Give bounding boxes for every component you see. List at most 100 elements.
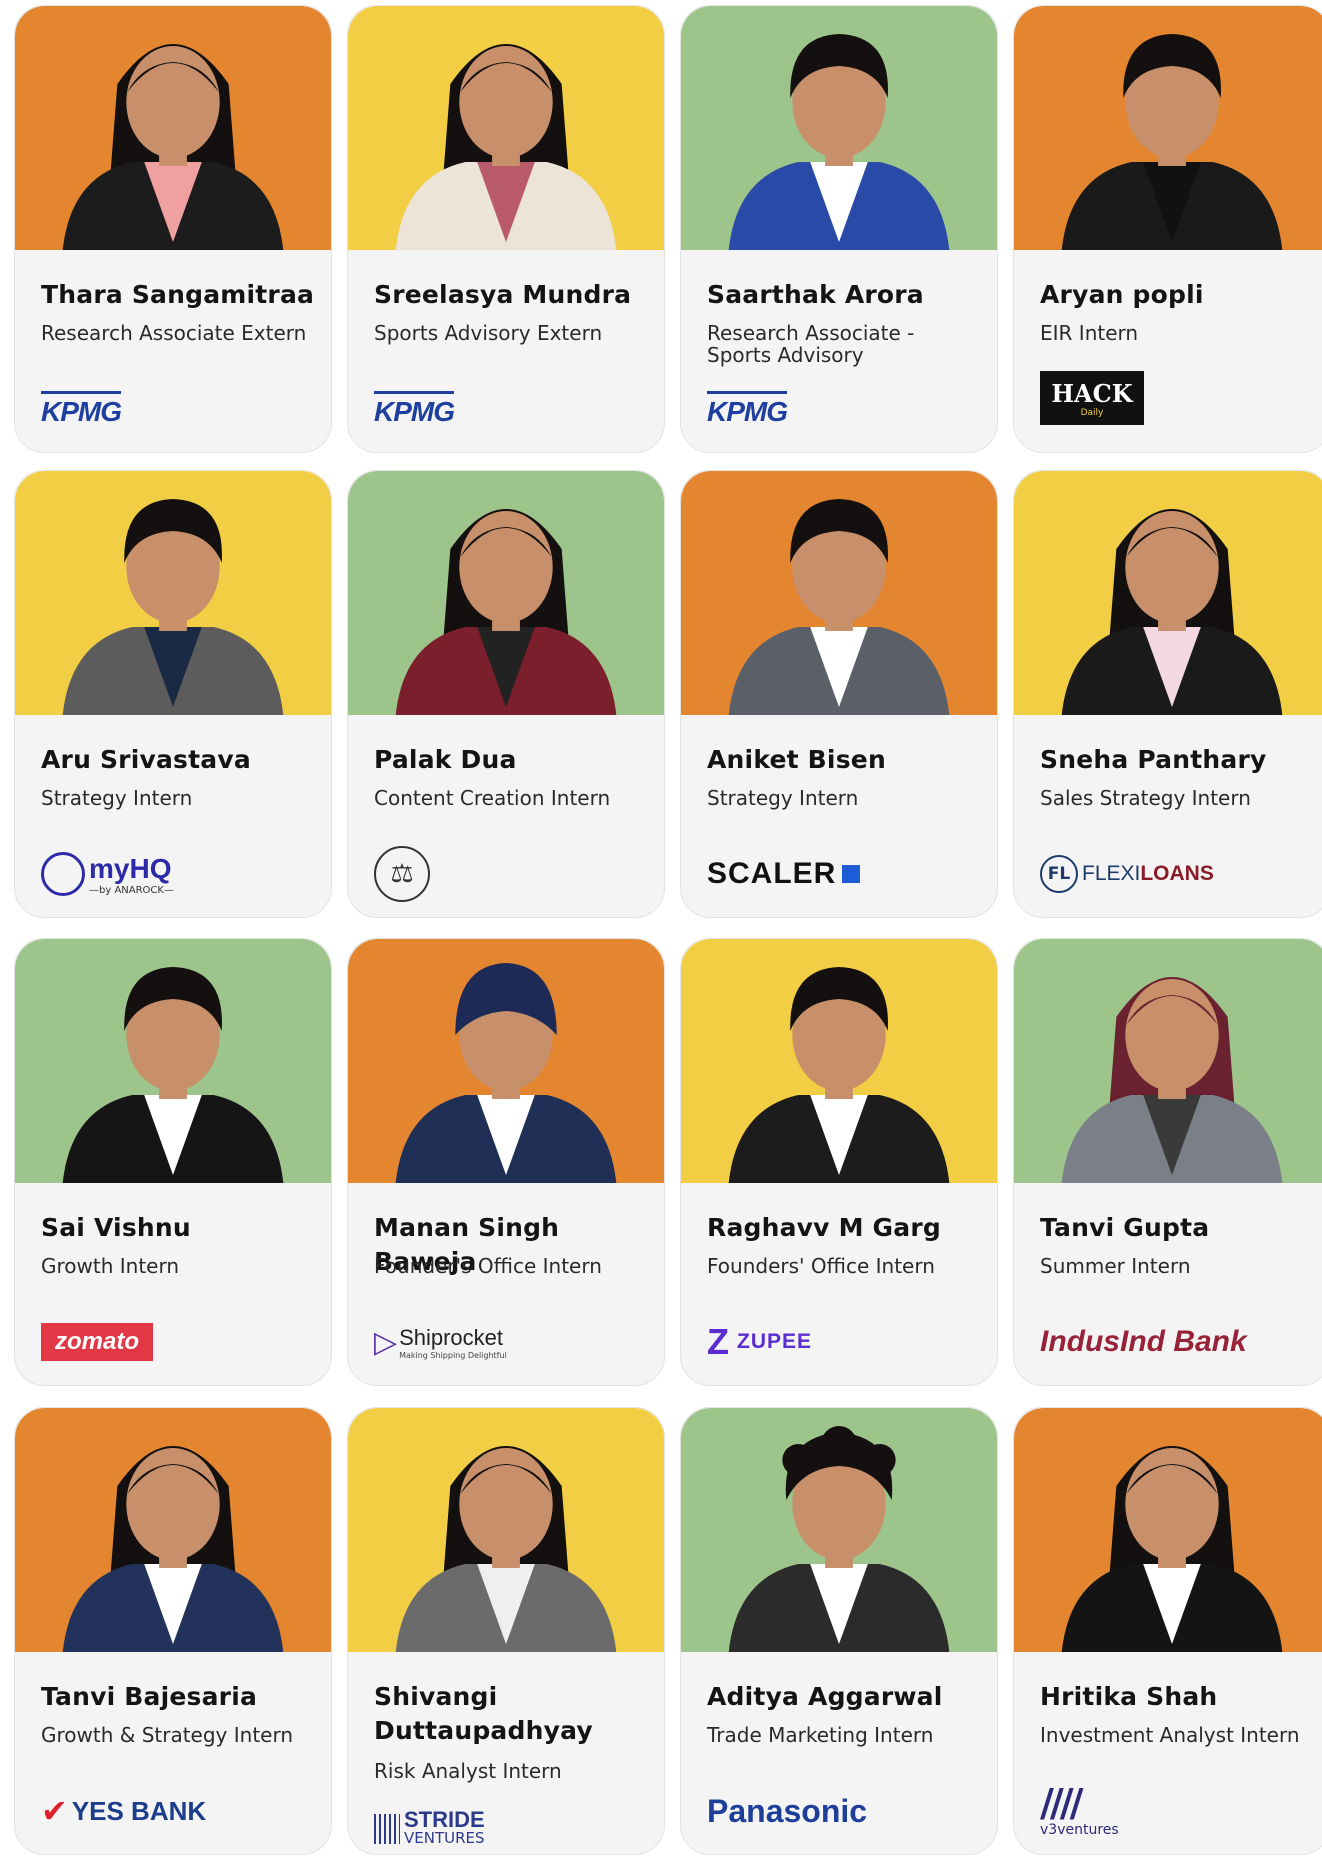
intern-name: Tanvi Bajesaria: [41, 1682, 258, 1711]
company-logo: HACK Daily: [1040, 371, 1144, 440]
intern-role: Growth Intern: [41, 1254, 180, 1278]
intern-role: Summer Intern: [1040, 1254, 1191, 1278]
v3-ventures-logo: //// v3ventures: [1040, 1781, 1119, 1838]
intern-name: Aryan popli: [1040, 280, 1204, 309]
flexiloans-logo: FL FLEXI LOANS: [1040, 855, 1214, 893]
scaler-logo: SCALER: [707, 857, 861, 891]
intern-role: Founder's Office Intern: [374, 1254, 602, 1278]
intern-card: Aniket Bisen Strategy Intern SCALER: [680, 470, 998, 918]
intern-card: Aditya Aggarwal Trade Marketing Intern P…: [680, 1407, 998, 1855]
company-logo: ✔ YES BANK: [41, 1780, 206, 1842]
intern-name: Hritika Shah: [1040, 1682, 1218, 1711]
intern-role: Strategy Intern: [41, 786, 193, 810]
intern-card: Tanvi Gupta Summer Intern IndusInd Bank: [1013, 938, 1322, 1386]
intern-name: Thara Sangamitraa: [41, 280, 315, 309]
profile-photo: [1014, 6, 1322, 250]
intern-role: Sports Advisory Extern: [374, 321, 603, 345]
flexiloans-icon: FL: [1040, 855, 1078, 893]
profile-photo: [15, 1408, 331, 1652]
zomato-logo: zomato: [41, 1323, 153, 1361]
intern-name: Sreelasya Mundra: [374, 280, 632, 309]
intern-name: Sai Vishnu: [41, 1213, 191, 1242]
intern-role: Growth & Strategy Intern: [41, 1723, 294, 1747]
intern-card: Manan Singh Baweja Founder's Office Inte…: [347, 938, 665, 1386]
zupee-logo: Z ZUPEE: [707, 1321, 813, 1362]
panasonic-logo: Panasonic: [707, 1792, 868, 1829]
yes-bank-logo: ✔ YES BANK: [41, 1792, 207, 1830]
intern-name: Aditya Aggarwal: [707, 1682, 943, 1711]
company-logo: //// v3ventures: [1040, 1780, 1119, 1842]
kpmg-logo: KPMG: [374, 390, 455, 428]
profile-photo: [15, 471, 331, 715]
intern-card: Shivangi Duttaupadhyay Risk Analyst Inte…: [347, 1407, 665, 1855]
intern-name: Saarthak Arora: [707, 280, 924, 309]
kpmg-logo: KPMG: [41, 390, 122, 428]
profile-photo: [15, 6, 331, 250]
profile-photo: [15, 939, 331, 1183]
intern-name: Tanvi Gupta: [1040, 1213, 1210, 1242]
company-logo: KPMG: [707, 378, 788, 440]
intern-role: Investment Analyst Intern: [1040, 1723, 1300, 1747]
profile-photo: [1014, 471, 1322, 715]
intern-name: Shivangi Duttaupadhyay: [374, 1682, 593, 1745]
company-logo: KPMG: [41, 378, 122, 440]
checkmark-icon: ✔: [41, 1792, 68, 1830]
intern-role: Risk Analyst Intern: [374, 1759, 562, 1783]
company-logo: zomato: [41, 1311, 153, 1373]
profile-photo: [681, 1408, 997, 1652]
profile-photo: [681, 471, 997, 715]
company-logo: myHQ —by ANAROCK—: [41, 843, 174, 905]
intern-role: Content Creation Intern: [374, 786, 611, 810]
company-logo: FL FLEXI LOANS: [1040, 843, 1214, 905]
company-logo: Panasonic: [707, 1780, 867, 1842]
scaler-icon: [842, 865, 861, 883]
intern-card: Sneha Panthary Sales Strategy Intern FL …: [1013, 470, 1322, 918]
intern-role: Trade Marketing Intern: [707, 1723, 934, 1747]
intern-card: Sreelasya Mundra Sports Advisory Extern …: [347, 5, 665, 453]
intern-card: Aru Srivastava Strategy Intern myHQ —by …: [14, 470, 332, 918]
intern-name: Aniket Bisen: [707, 745, 886, 774]
intern-card: Raghavv M Garg Founders' Office Intern Z…: [680, 938, 998, 1386]
intern-role: EIR Intern: [1040, 321, 1139, 345]
intern-card: Sai Vishnu Growth Intern zomato: [14, 938, 332, 1386]
intern-name: Aru Srivastava: [41, 745, 251, 774]
intern-role: Sales Strategy Intern: [1040, 786, 1251, 810]
profile-photo: [1014, 1408, 1322, 1652]
government-emblem-icon: ⚖: [374, 846, 430, 902]
profile-photo: [348, 1408, 664, 1652]
zupee-icon: Z: [707, 1321, 729, 1362]
v3-slashes-icon: ////: [1040, 1781, 1083, 1825]
company-logo: STRIDE VENTURES: [374, 1798, 485, 1854]
hack-daily-logo: HACK Daily: [1040, 371, 1144, 425]
intern-card: Palak Dua Content Creation Intern ⚖: [347, 470, 665, 918]
intern-name: Raghavv M Garg: [707, 1213, 941, 1242]
intern-name: Palak Dua: [374, 745, 517, 774]
profile-photo: [681, 6, 997, 250]
indusind-bank-logo: IndusInd Bank: [1040, 1325, 1247, 1358]
profile-photo: [681, 939, 997, 1183]
intern-card: Saarthak Arora Research Associate - Spor…: [680, 5, 998, 453]
profile-photo: [1014, 939, 1322, 1183]
intern-card: Thara Sangamitraa Research Associate Ext…: [14, 5, 332, 453]
company-logo: Z ZUPEE: [707, 1311, 812, 1373]
company-logo: SCALER: [707, 843, 861, 905]
intern-role: Founders' Office Intern: [707, 1254, 935, 1278]
intern-role: Research Associate Extern: [41, 321, 307, 345]
company-logo: IndusInd Bank: [1040, 1311, 1247, 1373]
profile-photo: [348, 471, 664, 715]
intern-card: Aryan popli EIR Intern HACK Daily: [1013, 5, 1322, 453]
intern-role: Strategy Intern: [707, 786, 859, 810]
kpmg-logo: KPMG: [707, 390, 788, 428]
intern-role: Research Associate - Sports Advisory: [707, 321, 915, 367]
intern-card: Hritika Shah Investment Analyst Intern /…: [1013, 1407, 1322, 1855]
company-logo: ⚖: [374, 843, 430, 905]
stride-bars-icon: [374, 1814, 400, 1844]
myhq-icon: [41, 852, 85, 896]
intern-card: Tanvi Bajesaria Growth & Strategy Intern…: [14, 1407, 332, 1855]
stride-ventures-logo: STRIDE VENTURES: [374, 1809, 485, 1847]
company-logo: ▷ Shiprocket Making Shipping Delightful: [374, 1311, 507, 1373]
shiprocket-logo: ▷ Shiprocket Making Shipping Delightful: [374, 1324, 507, 1360]
shiprocket-icon: ▷: [374, 1324, 398, 1360]
profile-photo: [348, 939, 664, 1183]
intern-name: Sneha Panthary: [1040, 745, 1267, 774]
